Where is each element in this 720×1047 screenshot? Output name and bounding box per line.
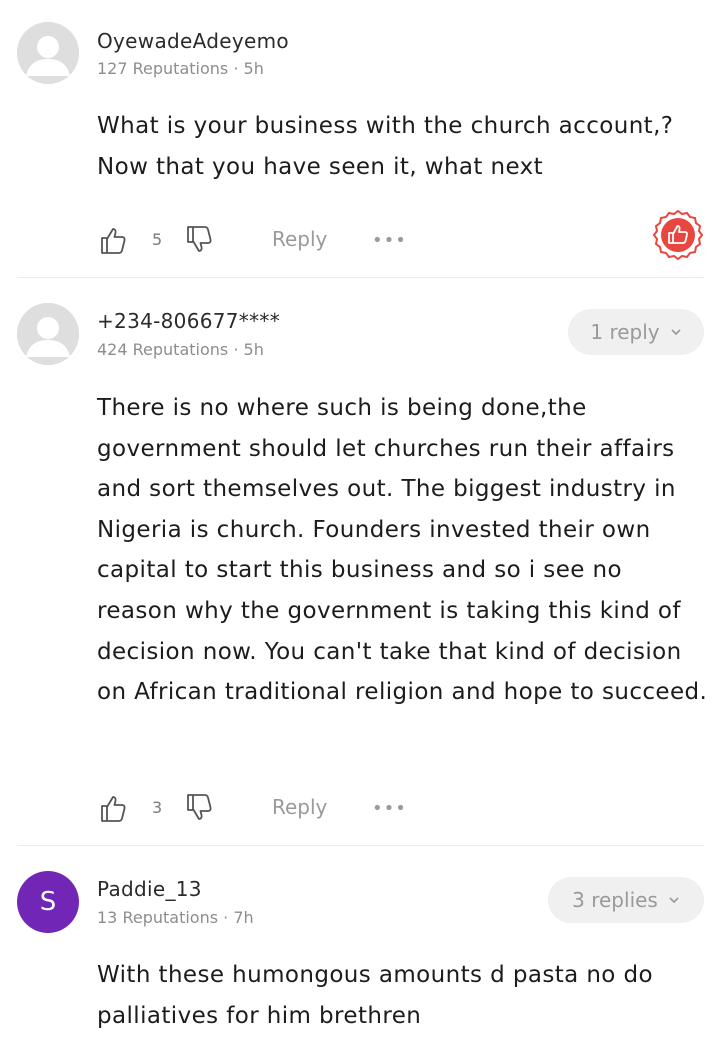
- avatar-letter: S: [39, 887, 57, 917]
- avatar[interactable]: S: [17, 871, 79, 933]
- replies-label: 1 reply: [590, 320, 660, 344]
- thumbs-up-icon[interactable]: [97, 224, 129, 256]
- reputation: 13 Reputations: [97, 908, 219, 927]
- comment-text: What is your business with the church ac…: [97, 113, 674, 180]
- comment-text: With these humongous amounts d pasta no …: [97, 962, 653, 1029]
- replies-label: 3 replies: [572, 888, 658, 912]
- username[interactable]: Paddie_13: [97, 877, 202, 901]
- comment-meta: 13 Reputations · 7h: [97, 908, 254, 927]
- meta-separator: ·: [233, 59, 239, 78]
- more-options-button[interactable]: •••: [372, 800, 407, 818]
- default-user-avatar-icon: [17, 22, 79, 84]
- thumbs-up-badge-icon[interactable]: [652, 209, 704, 261]
- avatar[interactable]: [17, 303, 79, 365]
- divider: [17, 277, 704, 278]
- timestamp: 7h: [233, 908, 254, 927]
- chevron-down-icon: [669, 897, 679, 904]
- comment-actions: 5 Reply •••: [97, 224, 712, 258]
- reply-button[interactable]: Reply: [272, 227, 327, 251]
- timestamp: 5h: [243, 59, 264, 78]
- thumbs-down-icon[interactable]: [183, 224, 215, 256]
- more-options-button[interactable]: •••: [372, 232, 407, 250]
- chevron-down-icon: [671, 329, 681, 336]
- meta-separator: ·: [233, 340, 239, 359]
- meta-separator: ·: [223, 908, 229, 927]
- default-user-avatar-icon: [17, 303, 79, 365]
- thumbs-up-icon[interactable]: [97, 792, 129, 824]
- like-count: 3: [152, 798, 163, 817]
- like-count: 5: [152, 230, 163, 249]
- username[interactable]: +234-806677****: [97, 309, 280, 333]
- thumbs-down-icon[interactable]: [183, 792, 215, 824]
- username[interactable]: OyewadeAdeyemo: [97, 29, 289, 53]
- comment-meta: 424 Reputations · 5h: [97, 340, 264, 359]
- reply-button[interactable]: Reply: [272, 795, 327, 819]
- comment-text: There is no where such is being done,the…: [97, 395, 708, 706]
- divider: [17, 845, 704, 846]
- view-replies-button[interactable]: 3 replies: [548, 877, 704, 923]
- comment-meta: 127 Reputations · 5h: [97, 59, 264, 78]
- reputation: 424 Reputations: [97, 340, 229, 359]
- timestamp: 5h: [243, 340, 264, 359]
- avatar[interactable]: [17, 22, 79, 84]
- reputation: 127 Reputations: [97, 59, 229, 78]
- view-replies-button[interactable]: 1 reply: [568, 309, 704, 355]
- comment-actions: 3 Reply •••: [97, 792, 712, 826]
